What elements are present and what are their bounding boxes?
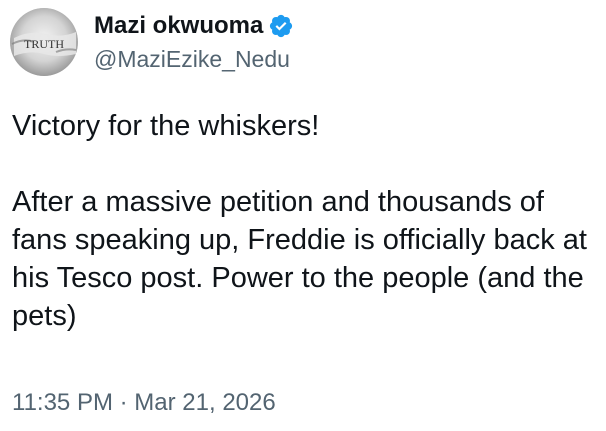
author-handle[interactable]: @MaziEzike_Nedu (94, 44, 294, 74)
author-names: Mazi okwuoma @MaziEzike_Nedu (94, 11, 294, 74)
tweet-text-line1: Victory for the whiskers! (12, 110, 320, 142)
meta-separator: · (119, 389, 128, 416)
tweet-time[interactable]: 11:35 PM (12, 389, 113, 416)
avatar-text: TRUTH (24, 37, 64, 51)
tweet-meta: 11:35 PM · Mar 21, 2026 (12, 387, 276, 419)
tweet-header: TRUTH Mazi okwuoma @MaziEzike_Nedu (10, 8, 294, 76)
verified-badge-icon[interactable] (268, 13, 294, 39)
name-row: Mazi okwuoma (94, 11, 294, 41)
truth-avatar-icon: TRUTH (10, 8, 78, 76)
tweet-date[interactable]: Mar 21, 2026 (134, 389, 275, 416)
tweet-card: TRUTH Mazi okwuoma @MaziEzike_Nedu Victo… (0, 0, 606, 431)
display-name[interactable]: Mazi okwuoma (94, 11, 263, 41)
tweet-text-paragraph2: After a massive petition and thousands o… (12, 186, 596, 332)
avatar[interactable]: TRUTH (10, 8, 78, 76)
tweet-text: Victory for the whiskers! After a massiv… (12, 107, 596, 335)
